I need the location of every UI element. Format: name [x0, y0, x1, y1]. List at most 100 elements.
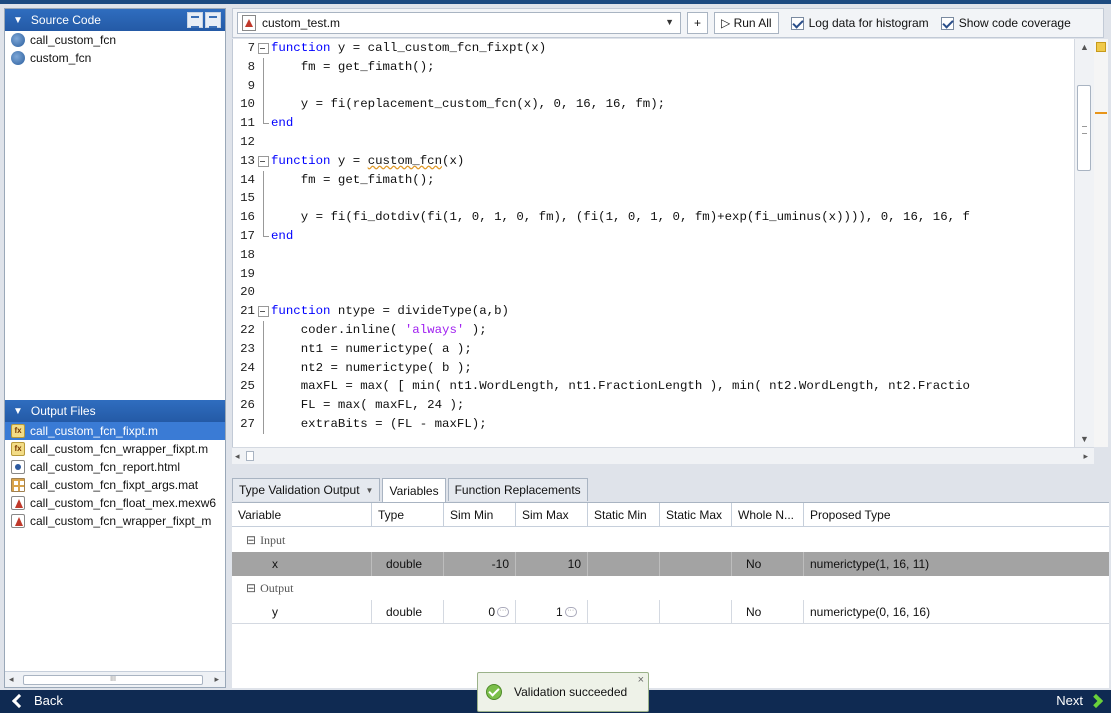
line-number: 17	[240, 229, 255, 243]
fold-toggle-icon[interactable]	[255, 39, 271, 57]
code-line[interactable]: 10 y = fi(replacement_custom_fcn(x), 0, …	[233, 95, 1075, 115]
column-header-static-max[interactable]: Static Max	[660, 503, 732, 526]
code-line[interactable]: 21 function ntype = divideType(a,b)	[233, 302, 1075, 321]
code-line[interactable]: 15	[233, 189, 1075, 209]
cell-static-min[interactable]	[588, 552, 660, 576]
add-test-file-button[interactable]: +	[687, 12, 709, 34]
column-header-whole-number[interactable]: Whole N...	[732, 503, 804, 526]
cell-whole-number[interactable]: No	[732, 552, 804, 576]
collapse-minus-icon[interactable]: ⊟	[232, 533, 256, 548]
cell-whole-number[interactable]: No	[732, 600, 804, 623]
column-header-static-min[interactable]: Static Min	[588, 503, 660, 526]
fold-toggle-icon[interactable]	[255, 302, 271, 320]
cell-static-max[interactable]	[660, 600, 732, 623]
code-line[interactable]: 27 extraBits = (FL - maxFL);	[233, 415, 1075, 434]
line-number: 9	[247, 78, 255, 93]
ellipsis-icon[interactable]: ···	[497, 606, 509, 617]
output-file-item[interactable]: call_custom_fcn_fixpt_args.mat	[5, 476, 225, 494]
scroll-left-arrow-icon[interactable]: ◂	[9, 674, 14, 685]
back-button[interactable]: Back	[8, 693, 63, 708]
code-text: fm = get_fimath();	[271, 59, 435, 74]
cell-proposed-type[interactable]: numerictype(1, 16, 11)	[804, 552, 1109, 576]
output-file-item[interactable]: fx call_custom_fcn_wrapper_fixpt.m	[5, 440, 225, 458]
code-line[interactable]: 12	[233, 133, 1075, 152]
tab-variables[interactable]: Variables	[382, 478, 446, 502]
list-view-icon[interactable]	[187, 12, 203, 28]
run-all-button[interactable]: ▷ Run All	[714, 12, 779, 34]
tab-function-replacements[interactable]: Function Replacements	[447, 478, 588, 501]
code-line[interactable]: 7 function y = call_custom_fcn_fixpt(x)	[233, 39, 1075, 58]
line-number: 21	[240, 304, 255, 319]
code-line[interactable]: 18	[233, 246, 1075, 265]
warning-marker[interactable]	[1095, 112, 1107, 114]
table-row[interactable]: y double 0 ··· 1 ··· No numerictype(0, 16,…	[232, 600, 1109, 624]
line-number: 25	[240, 379, 255, 394]
scroll-up-arrow-icon[interactable]: ▲	[1080, 42, 1089, 52]
source-file-item[interactable]: custom_fcn	[5, 49, 225, 67]
scroll-down-arrow-icon[interactable]: ▼	[1080, 434, 1089, 444]
code-line[interactable]: 13 function y = custom_fcn(x)	[233, 152, 1075, 171]
column-header-type[interactable]: Type	[372, 503, 444, 526]
output-file-item[interactable]: call_custom_fcn_report.html	[5, 458, 225, 476]
code-line[interactable]: 11 end	[233, 114, 1075, 133]
code-line[interactable]: 24 nt2 = numerictype( b );	[233, 358, 1075, 378]
group-row-output[interactable]: ⊟ Output	[232, 576, 1109, 600]
code-line[interactable]: 8 fm = get_fimath();	[233, 57, 1075, 77]
tree-view-icon[interactable]	[205, 12, 221, 28]
column-header-sim-min[interactable]: Sim Min	[444, 503, 516, 526]
code-horizontal-scrollbar[interactable]: ◂ ▸	[232, 447, 1094, 464]
output-file-item[interactable]: call_custom_fcn_wrapper_fixpt_m	[5, 512, 225, 530]
html-file-icon	[11, 460, 25, 474]
code-text: y = fi(fi_dotdiv(fi(1, 0, 1, 0, fm), (fi…	[271, 210, 970, 225]
warning-indicator-icon[interactable]	[1096, 42, 1106, 52]
code-line[interactable]: 16 y = fi(fi_dotdiv(fi(1, 0, 1, 0, fm), …	[233, 208, 1075, 227]
tab-type-validation-output[interactable]: Type Validation Output ▼	[232, 478, 381, 501]
source-code-header[interactable]: ▼ Source Code	[5, 9, 225, 31]
code-line[interactable]: 20	[233, 283, 1075, 302]
fold-toggle-icon[interactable]	[255, 152, 271, 170]
ellipsis-icon[interactable]: ···	[564, 606, 577, 617]
code-line[interactable]: 26 FL = max( maxFL, 24 );	[233, 396, 1075, 415]
scroll-right-arrow-icon[interactable]: ▸	[1083, 451, 1088, 462]
chevron-down-icon[interactable]: ▼	[366, 486, 374, 495]
close-icon[interactable]: ×	[638, 674, 644, 686]
output-files-header[interactable]: ▼ Output Files	[5, 400, 225, 422]
output-file-item[interactable]: fx call_custom_fcn_fixpt.m	[5, 422, 225, 440]
code-line[interactable]: 19	[233, 265, 1075, 284]
file-name: call_custom_fcn_wrapper_fixpt.m	[30, 442, 209, 456]
table-row[interactable]: x double -10 10 No numerictype(1, 16, 11…	[232, 552, 1109, 576]
scroll-thumb[interactable]: III	[23, 675, 203, 685]
checkbox-checked-icon[interactable]	[790, 16, 804, 30]
collapse-minus-icon[interactable]: ⊟	[232, 581, 256, 596]
code-editor[interactable]: 7 function y = call_custom_fcn_fixpt(x) 8 …	[232, 39, 1094, 447]
column-header-sim-max[interactable]: Sim Max	[516, 503, 588, 526]
column-header-variable[interactable]: Variable	[232, 503, 372, 526]
line-number: 15	[240, 191, 255, 206]
column-header-proposed-type[interactable]: Proposed Type	[804, 503, 1109, 526]
log-histogram-checkbox[interactable]: Log data for histogram	[790, 16, 929, 30]
code-line[interactable]: 14 fm = get_fimath();	[233, 170, 1075, 190]
scroll-thumb[interactable]	[246, 451, 254, 461]
cell-static-max[interactable]	[660, 552, 732, 576]
line-number: 14	[240, 172, 255, 187]
code-vertical-scrollbar[interactable]: ▲ ▼	[1074, 39, 1094, 447]
output-file-item[interactable]: call_custom_fcn_float_mex.mexw6	[5, 494, 225, 512]
test-file-dropdown[interactable]: custom_test.m ▼	[237, 12, 681, 34]
cell-proposed-type[interactable]: numerictype(0, 16, 16)	[804, 600, 1109, 623]
code-line[interactable]: 22 coder.inline( 'always' );	[233, 321, 1075, 340]
source-file-item[interactable]: call_custom_fcn	[5, 31, 225, 49]
scroll-left-arrow-icon[interactable]: ◂	[235, 451, 240, 462]
next-button[interactable]: Next	[1056, 693, 1104, 708]
code-line[interactable]: 23 nt1 = numerictype( a );	[233, 339, 1075, 359]
checkbox-checked-icon[interactable]	[940, 16, 954, 30]
scroll-right-arrow-icon[interactable]: ▸	[214, 674, 219, 685]
success-check-icon	[486, 684, 502, 700]
code-line[interactable]: 17 end	[233, 227, 1075, 246]
code-line[interactable]: 25 maxFL = max( [ min( nt1.WordLength, n…	[233, 377, 1075, 397]
scroll-thumb[interactable]	[1077, 85, 1091, 171]
code-line[interactable]: 9	[233, 76, 1075, 96]
show-coverage-checkbox[interactable]: Show code coverage	[940, 16, 1071, 30]
group-row-input[interactable]: ⊟ Input	[232, 528, 1109, 552]
cell-static-min[interactable]	[588, 600, 660, 623]
left-horizontal-scrollbar[interactable]: ◂ III ▸	[5, 671, 225, 687]
